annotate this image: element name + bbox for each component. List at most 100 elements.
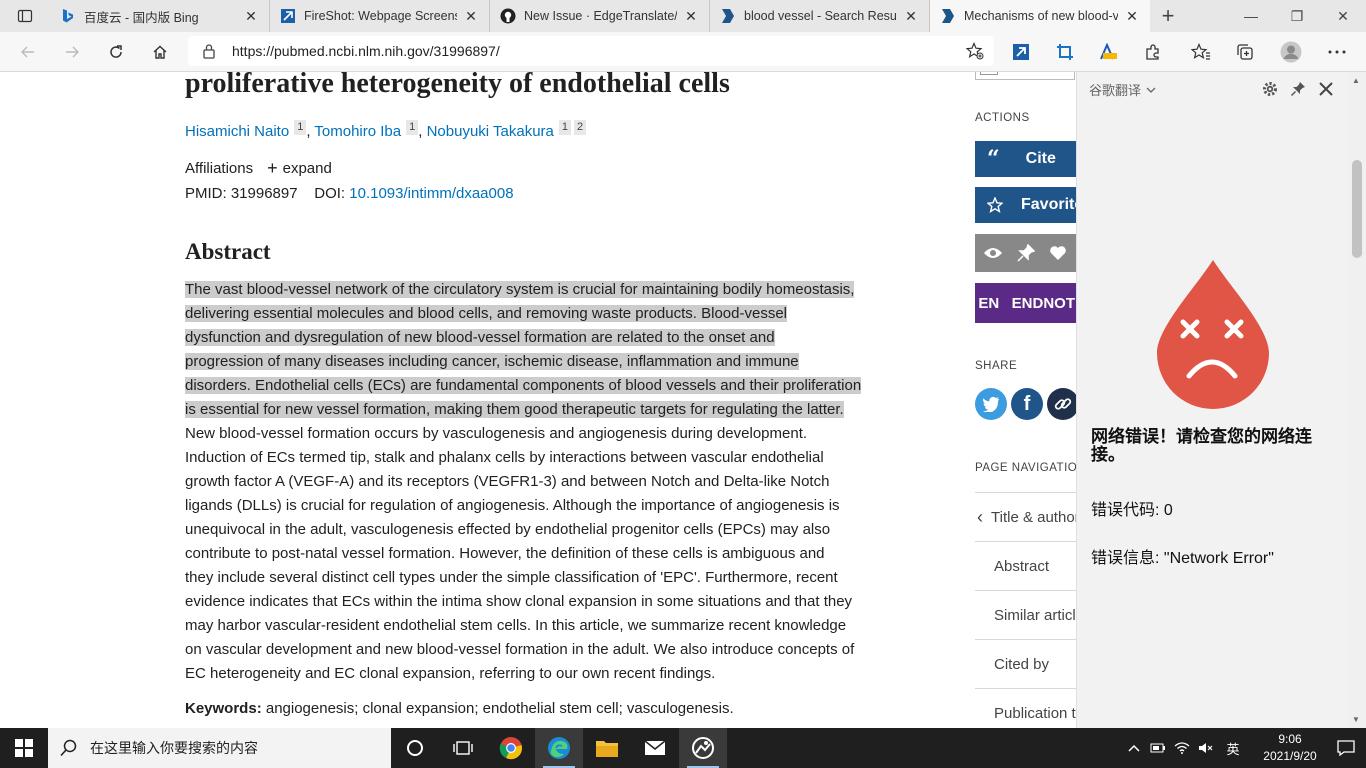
page-nav-publication-types[interactable]: Publication types — [975, 688, 1085, 728]
wifi-icon[interactable] — [1170, 742, 1194, 754]
identifiers: PMID: 31996897 DOI: 10.1093/intimm/dxaa0… — [185, 185, 514, 202]
selected-text: delivering essential molecules and blood… — [185, 305, 787, 322]
file-explorer-icon[interactable] — [583, 728, 631, 768]
keywords-label: Keywords: — [185, 700, 262, 717]
page-nav-similar-articles[interactable]: Similar articles — [975, 590, 1085, 639]
page-scrollbar[interactable]: ▲ ▼ — [1348, 72, 1366, 728]
translator-selector[interactable]: 谷歌翻译 — [1089, 80, 1156, 99]
windows-taskbar: 在这里输入你要搜索的内容 英 9:06 2021/9/20 — [0, 728, 1366, 768]
tab-mechanisms[interactable]: Mechanisms of new blood-ve ✕ — [930, 0, 1150, 32]
page-nav-title-authors[interactable]: ‹ Title & authors — [975, 492, 1085, 541]
author-link[interactable]: Tomohiro Iba — [314, 123, 401, 140]
favorites-button[interactable]: Favorites — [975, 187, 1085, 223]
expand-toggle[interactable]: expand — [283, 160, 332, 177]
task-view-icon[interactable] — [439, 728, 487, 768]
chevron-up-icon[interactable] — [1122, 744, 1146, 752]
affiliation-ref[interactable]: 1 — [406, 120, 419, 135]
selected-text: dysfunction and dysregulation of new blo… — [185, 329, 775, 346]
affiliations-row: Affiliations + expand — [185, 158, 332, 179]
edge-icon[interactable] — [535, 728, 583, 768]
lock-icon[interactable] — [202, 43, 218, 59]
crop-extension-icon[interactable] — [1048, 36, 1082, 68]
chrome-icon[interactable] — [487, 728, 535, 768]
pin-icon[interactable] — [1284, 78, 1312, 100]
page-nav-label: Cited by — [994, 655, 1050, 673]
tab-bing[interactable]: 百度云 - 国内版 Bing ✕ — [50, 0, 270, 32]
affiliation-ref[interactable]: 1 — [294, 120, 307, 135]
screenshot-app-icon[interactable] — [679, 728, 727, 768]
endnote-button[interactable]: EN ENDNOTE — [975, 283, 1085, 323]
collections-icon[interactable] — [1228, 36, 1262, 68]
twitter-icon[interactable] — [975, 388, 1007, 420]
abstract-line: contribute to post-natal vessel formatio… — [185, 542, 907, 566]
abstract-line: disorders. Endothelial cells (ECs) are f… — [185, 374, 907, 398]
permalink-icon[interactable] — [1047, 388, 1079, 420]
translate-extension-icon[interactable] — [1092, 36, 1126, 68]
doi-link[interactable]: 10.1093/intimm/dxaa008 — [349, 185, 513, 202]
tab-actions-icon[interactable] — [0, 0, 50, 32]
cite-button[interactable]: “ Cite — [975, 141, 1085, 177]
pubmed-icon — [940, 8, 956, 24]
close-tab-icon[interactable]: ✕ — [1124, 8, 1140, 24]
eye-icon[interactable] — [983, 246, 1003, 260]
minimize-icon[interactable]: — — [1228, 0, 1274, 32]
full-text-link-box[interactable]: PDF — [975, 72, 1075, 80]
home-icon[interactable] — [138, 34, 182, 70]
author-link[interactable]: Nobuyuki Takakura — [427, 123, 554, 140]
page-nav-label: Title & authors — [991, 508, 1085, 526]
close-tab-icon[interactable]: ✕ — [463, 8, 479, 24]
close-tab-icon[interactable]: ✕ — [683, 8, 699, 24]
close-window-icon[interactable]: ✕ — [1320, 0, 1366, 32]
scroll-down-icon[interactable]: ▼ — [1352, 715, 1360, 724]
close-tab-icon[interactable]: ✕ — [243, 8, 259, 24]
profile-avatar[interactable] — [1274, 36, 1308, 68]
forward-icon[interactable] — [50, 34, 94, 70]
page-nav-abstract[interactable]: Abstract — [975, 541, 1085, 590]
author-list: Hisamichi Naito 1, Tomohiro Iba 1, Nobuyuk… — [185, 120, 587, 140]
fireshot-extension-icon[interactable] — [1004, 36, 1038, 68]
tab-search-results[interactable]: blood vessel - Search Results ✕ — [710, 0, 930, 32]
pin-icon[interactable] — [1017, 244, 1035, 262]
notifications-icon[interactable] — [1326, 740, 1366, 756]
windows-start-icon[interactable] — [0, 728, 48, 768]
author-link[interactable]: Hisamichi Naito — [185, 123, 289, 140]
line-text: evidence indicates that ECs within the i… — [185, 593, 853, 610]
tab-fireshot[interactable]: FireShot: Webpage Screensho ✕ — [270, 0, 490, 32]
more-menu-icon[interactable] — [1320, 36, 1354, 68]
translate-panel: 谷歌翻译 网络错误！请检查您的网络连接。 错误代码: 0 错误信息: "Netw… — [1076, 72, 1348, 728]
extensions-icon[interactable] — [1136, 36, 1170, 68]
mail-icon[interactable] — [631, 728, 679, 768]
tab-github[interactable]: New Issue · EdgeTranslate/Ed ✕ — [490, 0, 710, 32]
clock[interactable]: 9:06 2021/9/20 — [1254, 731, 1326, 765]
affiliation-ref[interactable]: 1 — [558, 120, 572, 135]
volume-icon[interactable] — [1194, 742, 1218, 754]
close-tab-icon[interactable]: ✕ — [903, 8, 919, 24]
back-icon[interactable] — [6, 34, 50, 70]
page-nav-label: Abstract — [994, 557, 1050, 575]
address-bar[interactable]: https://pubmed.ncbi.nlm.nih.gov/31996897… — [188, 36, 994, 66]
settings-icon[interactable] — [1256, 78, 1284, 100]
plus-icon[interactable]: + — [267, 158, 278, 179]
favorites-icon[interactable] — [1184, 36, 1218, 68]
close-panel-icon[interactable] — [1312, 78, 1340, 100]
battery-icon[interactable] — [1146, 742, 1170, 754]
new-tab-button[interactable]: + — [1150, 0, 1186, 32]
error-title: 网络错误！请检查您的网络连接。 — [1091, 427, 1312, 464]
affiliation-ref[interactable]: 2 — [574, 120, 587, 135]
page-nav-cited-by[interactable]: Cited by — [975, 639, 1085, 688]
cortana-icon[interactable] — [391, 728, 439, 768]
error-drop-icon — [1155, 258, 1271, 415]
refresh-icon[interactable] — [94, 34, 138, 70]
article-title: proliferative heterogeneity of endotheli… — [185, 72, 730, 99]
add-favorite-icon[interactable] — [965, 41, 984, 63]
scroll-up-icon[interactable]: ▲ — [1352, 76, 1360, 85]
line-text: New blood-vessel formation occurs by vas… — [185, 425, 808, 442]
page-navigation-heading: PAGE NAVIGATION — [975, 462, 1087, 474]
ime-indicator[interactable]: 英 — [1218, 739, 1248, 758]
facebook-icon[interactable]: f — [1011, 388, 1043, 420]
scrollbar-thumb[interactable] — [1352, 160, 1362, 258]
restore-icon[interactable]: ❐ — [1274, 0, 1320, 32]
heart-icon[interactable] — [1049, 245, 1067, 261]
taskbar-search-box[interactable]: 在这里输入你要搜索的内容 — [48, 728, 391, 768]
url-text: https://pubmed.ncbi.nlm.nih.gov/31996897… — [232, 43, 500, 59]
